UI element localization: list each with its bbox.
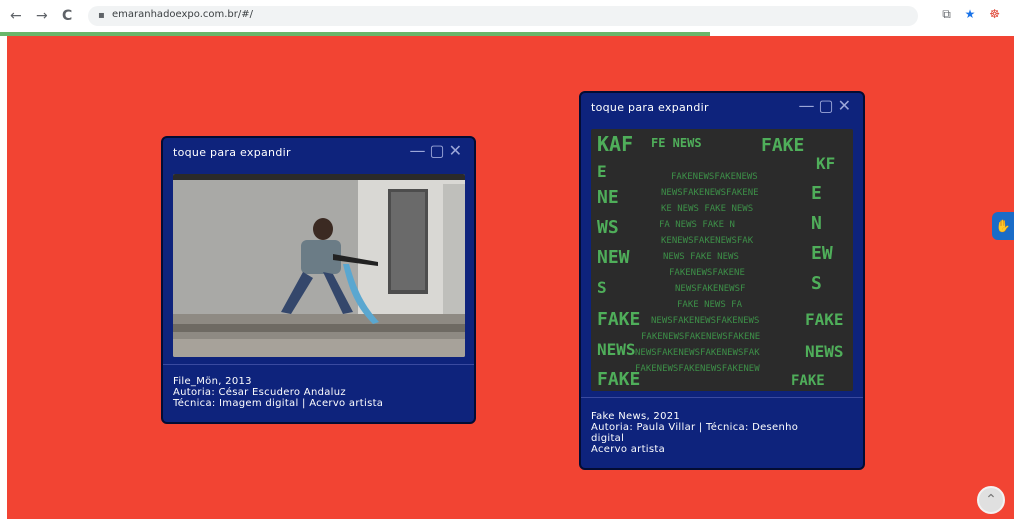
svg-text:S: S (597, 278, 607, 297)
svg-text:EW: EW (811, 243, 833, 264)
extension-icon[interactable]: ⧉ (942, 7, 951, 21)
svg-text:NEWS: NEWS (597, 340, 636, 359)
star-icon[interactable]: ★ (965, 7, 976, 21)
caption-technique: Técnica: Imagem digital | Acervo artista (173, 398, 384, 409)
reload-icon[interactable]: C (62, 7, 72, 25)
card-divider (163, 364, 474, 365)
svg-text:S: S (811, 273, 822, 294)
svg-text:NEWS: NEWS (805, 342, 844, 361)
svg-text:NEW: NEW (597, 247, 630, 268)
svg-text:FAKE: FAKE (597, 369, 640, 390)
svg-text:FAKE NEWS FA: FAKE NEWS FA (677, 300, 743, 310)
back-icon[interactable]: ← (10, 7, 22, 25)
caption-technique: digital (591, 433, 625, 444)
svg-text:FE NEWS: FE NEWS (651, 136, 702, 150)
extension-red-icon[interactable]: ☸ (989, 7, 1000, 21)
artwork-caption: File_Mön, 2013 Autoria: César Escudero A… (173, 376, 383, 409)
artwork-card-file-mon[interactable]: toque para expandir —▢✕ File_Mön, 2013 A… (161, 136, 476, 424)
svg-text:WS: WS (597, 217, 619, 238)
accessibility-hand-icon[interactable]: ✋ (992, 212, 1014, 240)
svg-text:NEWSFAKENEWSFAKENEWSFAK: NEWSFAKENEWSFAKENEWSFAK (635, 348, 760, 358)
svg-text:NEWS FAKE NEWS: NEWS FAKE NEWS (663, 252, 739, 262)
svg-text:FAKE: FAKE (791, 373, 825, 389)
svg-text:N: N (811, 213, 822, 234)
url-text[interactable]: emaranhadoexpo.com.br/#/ (112, 9, 253, 20)
caption-title: Fake News, 2021 (591, 411, 681, 422)
svg-text:E: E (597, 162, 607, 181)
svg-text:FAKE: FAKE (761, 135, 804, 156)
card-title: toque para expandir (591, 101, 709, 114)
caption-author: Autoria: César Escudero Andaluz (173, 387, 346, 398)
chevron-up-icon: ⌃ (985, 492, 997, 508)
svg-text:FAKE: FAKE (805, 310, 844, 329)
svg-text:KE NEWS FAKE NEWS: KE NEWS FAKE NEWS (661, 204, 753, 214)
caption-author: Autoria: Paula Villar | Técnica: Desenho (591, 422, 799, 433)
svg-text:FAKENEWSFAKENEWS: FAKENEWSFAKENEWS (671, 172, 758, 182)
svg-text:NEWSFAKENEWSFAKENE: NEWSFAKENEWSFAKENE (661, 188, 759, 198)
caption-title: File_Mön, 2013 (173, 376, 252, 387)
card-title: toque para expandir (173, 146, 291, 159)
artwork-card-fake-news[interactable]: toque para expandir —▢✕ KAF FE NEWS FAKE… (579, 91, 865, 470)
svg-text:FAKENEWSFAKENEWSFAKENE: FAKENEWSFAKENEWSFAKENE (641, 332, 760, 342)
window-controls-icon[interactable]: —▢✕ (798, 96, 855, 115)
svg-text:NEWSFAKENEWSFAKENEWS: NEWSFAKENEWSFAKENEWS (651, 316, 759, 326)
page-canvas: toque para expandir —▢✕ File_Mön, 2013 A… (7, 36, 1014, 519)
svg-text:FAKE: FAKE (597, 309, 640, 330)
address-bar[interactable]: ▪ emaranhadoexpo.com.br/#/ (88, 6, 918, 26)
svg-text:NE: NE (597, 187, 619, 208)
artwork-caption: Fake News, 2021 Autoria: Paula Villar | … (591, 411, 798, 455)
scroll-to-top-button[interactable]: ⌃ (977, 486, 1005, 514)
svg-text:FA NEWS FAKE N: FA NEWS FAKE N (659, 220, 735, 230)
svg-text:FAKENEWSFAKENE: FAKENEWSFAKENE (669, 268, 745, 278)
browser-actions: ⧉ ★ ☸ (932, 7, 1000, 22)
lock-icon: ▪ (98, 10, 105, 21)
svg-text:E: E (811, 183, 822, 204)
svg-text:NEWSFAKENEWSF: NEWSFAKENEWSF (675, 284, 745, 294)
card-divider (581, 397, 863, 398)
artwork-image-file-mon[interactable] (173, 174, 465, 357)
browser-toolbar: ← → C ▪ emaranhadoexpo.com.br/#/ ⧉ ★ ☸ (0, 0, 1014, 32)
caption-collection: Acervo artista (591, 444, 666, 455)
forward-icon[interactable]: → (36, 7, 48, 25)
svg-text:KAF: KAF (597, 132, 633, 156)
artwork-image-fake-news[interactable]: KAF FE NEWS FAKE KF E NE WS NEW S FAKE N… (591, 129, 853, 391)
svg-text:KF: KF (816, 154, 835, 173)
svg-text:KENEWSFAKENEWSFAK: KENEWSFAKENEWSFAK (661, 236, 754, 246)
window-controls-icon[interactable]: —▢✕ (409, 141, 466, 160)
svg-text:FAKENEWSFAKENEWSFAKENEW: FAKENEWSFAKENEWSFAKENEW (635, 364, 760, 374)
